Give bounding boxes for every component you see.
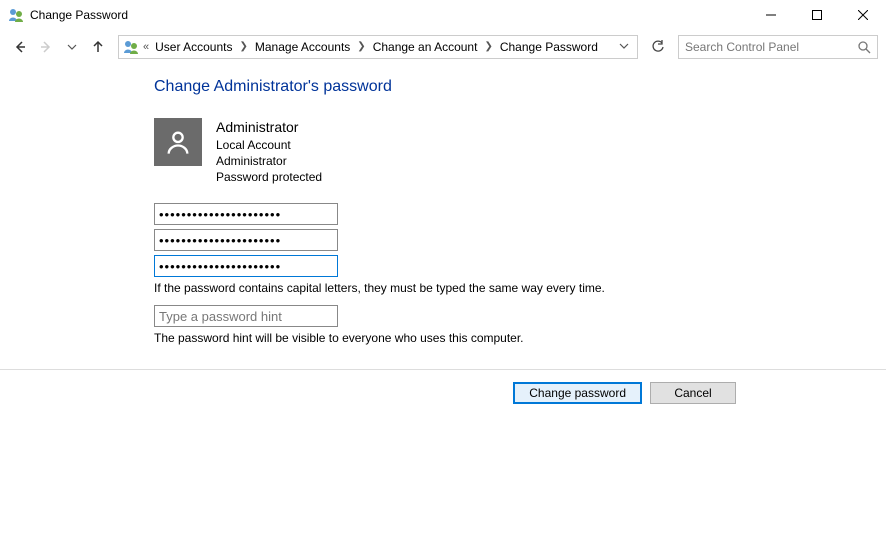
breadcrumb-item[interactable]: Manage Accounts❯ <box>251 36 369 58</box>
avatar <box>154 118 202 166</box>
chevron-right-icon[interactable]: ❯ <box>481 41 495 52</box>
capital-letters-note: If the password contains capital letters… <box>154 281 886 295</box>
account-info: Administrator Local Account Administrato… <box>216 118 322 185</box>
user-accounts-icon <box>8 7 24 23</box>
content-area: Change Administrator's password Administ… <box>0 64 886 345</box>
account-status: Password protected <box>216 169 322 185</box>
button-bar: Change password Cancel <box>0 369 886 404</box>
close-button[interactable] <box>840 0 886 30</box>
chevron-right-icon[interactable]: ❯ <box>237 41 251 52</box>
address-dropdown-button[interactable] <box>615 40 633 54</box>
chevron-right-icon[interactable]: ❯ <box>354 41 368 52</box>
hint-visibility-note: The password hint will be visible to eve… <box>154 331 886 345</box>
new-password-input[interactable] <box>154 229 338 251</box>
up-button[interactable] <box>86 35 110 59</box>
person-icon <box>164 128 192 156</box>
breadcrumb-item[interactable]: Change Password <box>496 36 602 58</box>
chevron-left-icon[interactable]: « <box>141 41 151 53</box>
account-summary: Administrator Local Account Administrato… <box>154 118 886 185</box>
search-icon <box>857 40 871 54</box>
password-hint-input[interactable] <box>154 305 338 327</box>
search-input[interactable]: Search Control Panel <box>678 35 878 59</box>
breadcrumb-item[interactable]: Change an Account❯ <box>369 36 496 58</box>
current-password-input[interactable] <box>154 203 338 225</box>
page-heading: Change Administrator's password <box>154 78 886 96</box>
user-accounts-icon <box>123 39 139 55</box>
account-name: Administrator <box>216 118 322 137</box>
titlebar: Change Password <box>0 0 886 30</box>
change-password-button[interactable]: Change password <box>513 382 642 404</box>
breadcrumb-item[interactable]: User Accounts❯ <box>151 36 251 58</box>
recent-locations-button[interactable] <box>60 35 84 59</box>
cancel-button[interactable]: Cancel <box>650 382 736 404</box>
password-fields: If the password contains capital letters… <box>154 203 886 345</box>
navigation-row: « User Accounts❯ Manage Accounts❯ Change… <box>0 30 886 64</box>
maximize-button[interactable] <box>794 0 840 30</box>
back-button[interactable] <box>8 35 32 59</box>
account-role: Administrator <box>216 153 322 169</box>
confirm-password-input[interactable] <box>154 255 338 277</box>
minimize-button[interactable] <box>748 0 794 30</box>
address-bar[interactable]: « User Accounts❯ Manage Accounts❯ Change… <box>118 35 638 59</box>
window-title: Change Password <box>30 8 128 22</box>
forward-button[interactable] <box>34 35 58 59</box>
account-type: Local Account <box>216 137 322 153</box>
search-placeholder: Search Control Panel <box>685 40 857 54</box>
refresh-button[interactable] <box>646 35 670 59</box>
